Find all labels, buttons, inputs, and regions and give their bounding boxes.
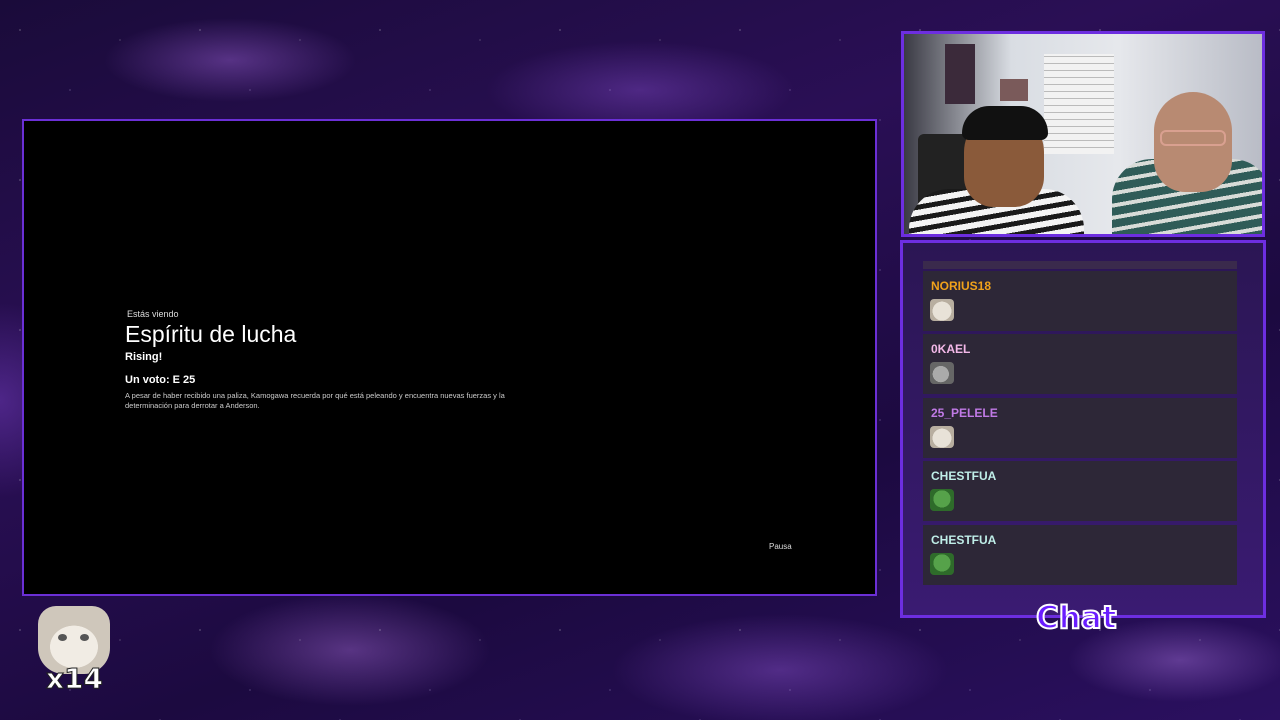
rat-emote-icon — [930, 362, 954, 384]
chat-username[interactable]: 0KAEL — [931, 342, 970, 356]
show-title: Rising! — [125, 351, 163, 363]
chat-message: CHESTFUA — [923, 525, 1237, 585]
chat-username[interactable]: NORIUS18 — [931, 279, 991, 293]
pepe-emote-icon — [930, 489, 954, 511]
chat-message: 0KAEL — [923, 334, 1237, 394]
chat-message: NORIUS18 — [923, 271, 1237, 331]
pepe-emote-icon — [930, 553, 954, 575]
person-left-hair — [962, 106, 1048, 140]
poster — [1000, 79, 1028, 101]
cat-emote-icon — [930, 299, 954, 321]
cat-emote-icon — [930, 426, 954, 448]
chat-top-bar — [923, 261, 1237, 269]
webcam-feed — [901, 31, 1265, 237]
chat-username[interactable]: 25_PELELE — [931, 406, 998, 420]
chat-message-list[interactable]: NORIUS18 0KAEL 25_PELELE CHESTFUA CHESTF… — [923, 261, 1237, 587]
person-right-glasses — [1160, 130, 1226, 146]
episode-description: A pesar de haber recibido una paliza, Ka… — [125, 391, 505, 410]
video-player[interactable]: Estás viendo Espíritu de lucha Rising! U… — [22, 119, 877, 596]
chat-message: 25_PELELE — [923, 398, 1237, 458]
emote-count: x14 — [45, 662, 104, 696]
vote-line: Un voto: E 25 — [125, 374, 196, 386]
poster — [945, 44, 975, 104]
now-watching-label: Estás viendo — [127, 309, 179, 319]
chat-message: CHESTFUA — [923, 461, 1237, 521]
chat-title-label: Chat — [1035, 599, 1118, 637]
episode-title: Espíritu de lucha — [125, 321, 297, 347]
emote-counter: x14 — [38, 606, 112, 696]
pause-status[interactable]: Pausa — [769, 542, 792, 551]
chat-username[interactable]: CHESTFUA — [931, 469, 996, 483]
chat-username[interactable]: CHESTFUA — [931, 533, 996, 547]
wall-posters — [1044, 54, 1114, 154]
chat-panel: NORIUS18 0KAEL 25_PELELE CHESTFUA CHESTF… — [900, 240, 1266, 618]
